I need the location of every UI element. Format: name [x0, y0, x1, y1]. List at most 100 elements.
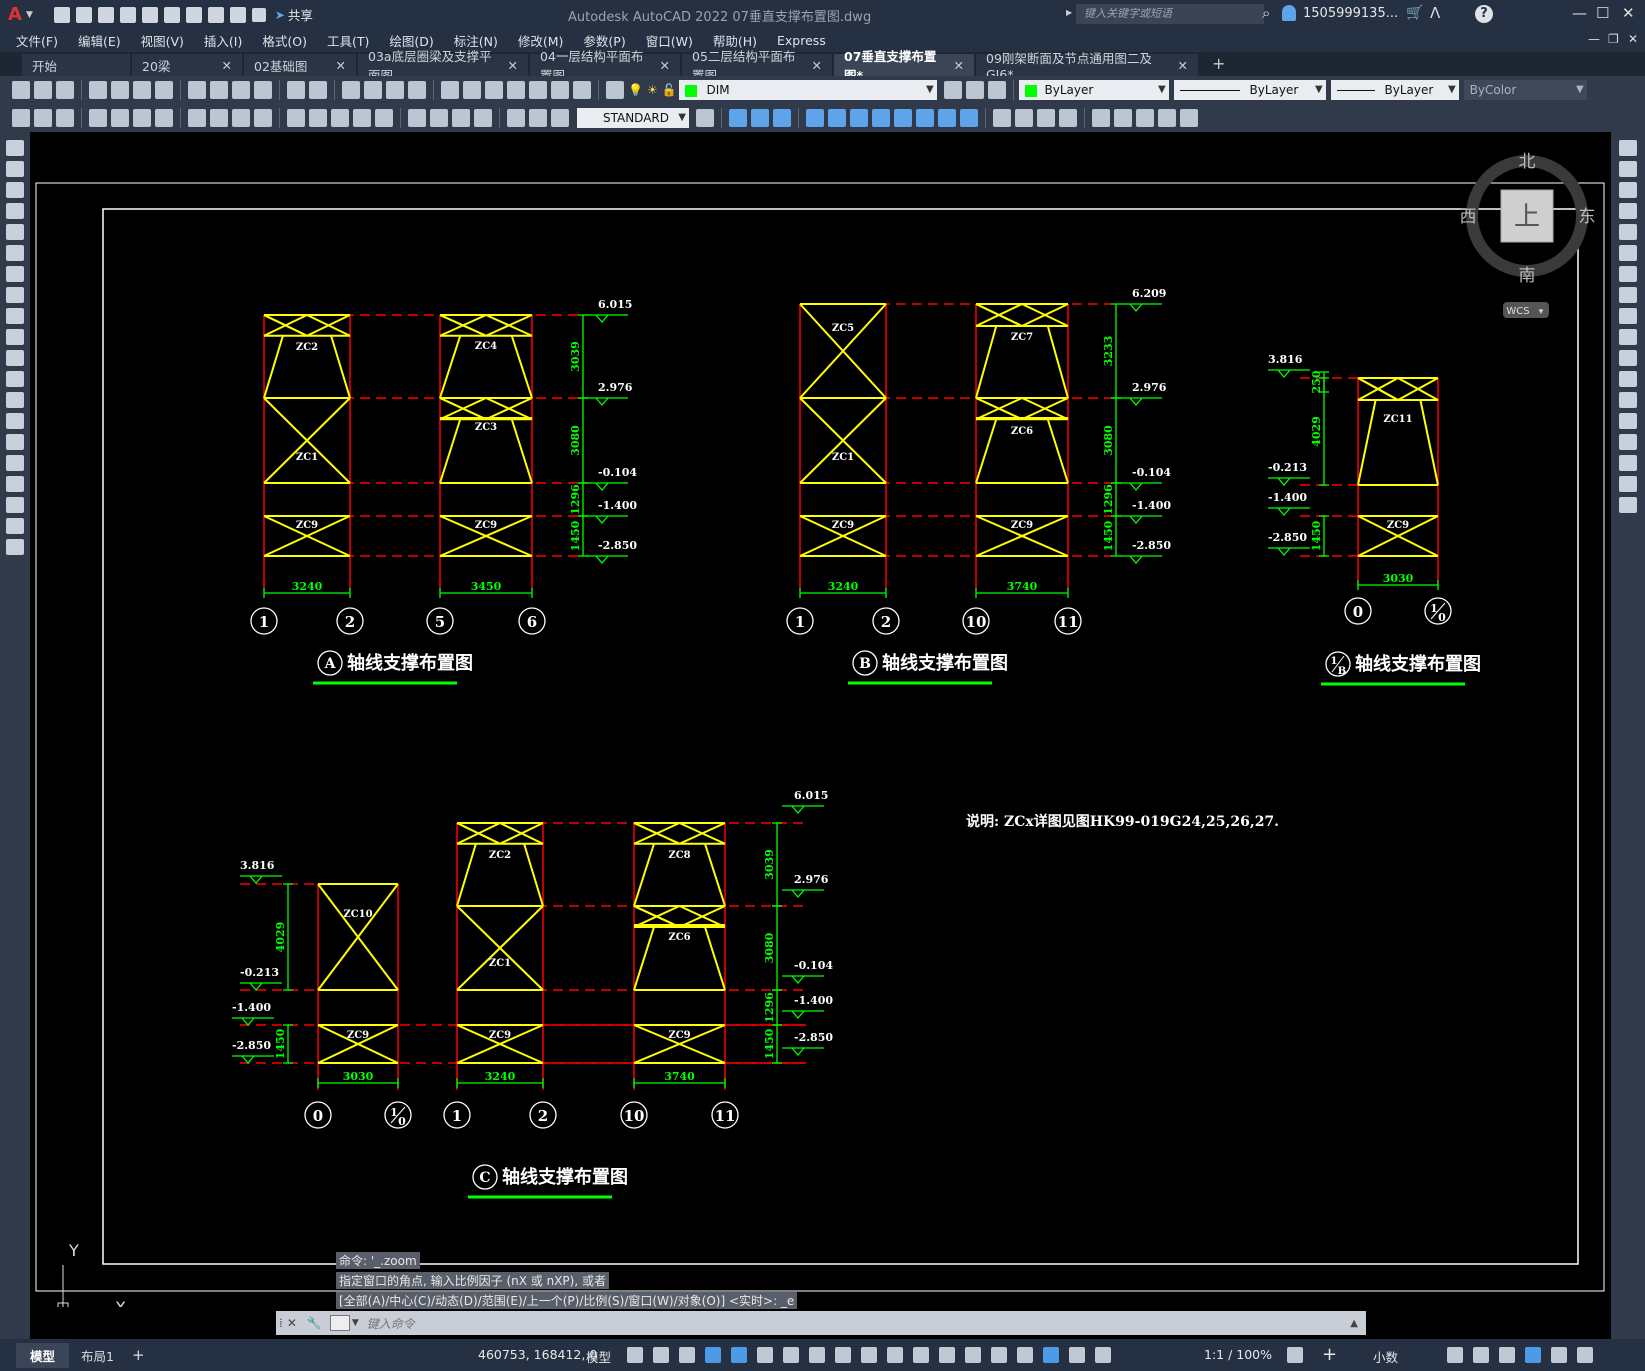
close-tab-icon[interactable]: ✕ [508, 58, 518, 73]
quick-properties-icon[interactable] [1447, 1347, 1463, 1363]
help-search-input[interactable]: 键入关键字或短语 [1076, 4, 1264, 24]
file-tab[interactable]: 04一层结构平面布置图✕ [530, 49, 680, 83]
trim-icon[interactable] [1619, 329, 1637, 345]
tb-block-icon[interactable] [993, 109, 1011, 127]
mirror-icon[interactable] [1619, 182, 1637, 198]
tb-rotate-icon[interactable] [806, 109, 824, 127]
cart-icon[interactable]: 🛒 [1406, 5, 1423, 21]
help-icon[interactable]: ? [1475, 5, 1493, 23]
tb-dim-edit-icon[interactable] [507, 109, 525, 127]
selection-filter-icon[interactable] [991, 1347, 1007, 1363]
grid-icon[interactable] [627, 1347, 643, 1363]
insert-block-icon[interactable] [6, 371, 24, 387]
tb-extend-icon[interactable] [894, 109, 912, 127]
search-expand-icon[interactable]: ▶ [1066, 8, 1072, 17]
minimize-icon[interactable]: — [1572, 4, 1587, 22]
menu-file[interactable]: 文件(F) [16, 31, 58, 50]
redo-icon[interactable] [229, 6, 246, 23]
tb-layer-previous-icon[interactable] [943, 81, 962, 99]
tb-dim-quick-icon[interactable] [287, 109, 305, 127]
file-tab[interactable]: 20梁 ✕ [132, 54, 242, 76]
osnap-icon[interactable] [835, 1347, 851, 1363]
tb-tolerance-icon[interactable] [408, 109, 426, 127]
dimstyle-dropdown[interactable]: STANDARD ▼ [577, 108, 689, 128]
open-file-icon[interactable] [75, 6, 92, 23]
share-icon[interactable]: ➤ [275, 8, 285, 22]
tb-stretch-icon[interactable] [773, 109, 791, 127]
otrack-icon[interactable] [809, 1347, 825, 1363]
close-tab-icon[interactable]: ✕ [222, 58, 232, 73]
ellipse-icon[interactable] [6, 329, 24, 345]
gradient-icon[interactable] [6, 455, 24, 471]
make-block-icon[interactable] [6, 392, 24, 408]
line-tool-icon[interactable] [6, 140, 24, 156]
tb-sheetset-icon[interactable] [507, 81, 525, 99]
tb-pan-icon[interactable] [342, 81, 360, 99]
logo-dropdown-icon[interactable]: ▼ [26, 10, 33, 20]
tb-save-icon[interactable] [56, 81, 74, 99]
tb-dim-break-icon[interactable] [375, 109, 393, 127]
menu-edit[interactable]: 编辑(E) [78, 31, 121, 50]
menu-view[interactable]: 视图(V) [141, 31, 184, 50]
array-icon[interactable] [1619, 224, 1637, 240]
tb-dim-radius-icon[interactable] [188, 109, 206, 127]
explode-icon[interactable] [1619, 497, 1637, 513]
doc-close-icon[interactable]: ✕ [1628, 32, 1638, 46]
tb-dim-linear-icon[interactable] [89, 109, 107, 127]
cmd-recent-icon[interactable] [329, 1315, 350, 1331]
extend-icon[interactable] [1619, 350, 1637, 366]
fillet-icon[interactable] [1619, 455, 1637, 471]
plus-icon[interactable]: + [1322, 1344, 1337, 1365]
tb-cut-icon[interactable] [188, 81, 206, 99]
tb-dim-ordinate-icon[interactable] [155, 109, 173, 127]
isolate-objects-icon[interactable] [1499, 1347, 1515, 1363]
polar-icon[interactable] [757, 1347, 773, 1363]
cmd-scroll-up-icon[interactable]: ▲ [1350, 1318, 1358, 1329]
tb-3dprint-icon[interactable] [155, 81, 173, 99]
coordinates-readout[interactable]: 460753, 168412, 0 [478, 1347, 597, 1362]
dynamic-ucs-icon[interactable] [965, 1347, 981, 1363]
viewcube[interactable]: 上 北 南 东 西 WCS ▾ [1460, 152, 1596, 318]
menu-insert[interactable]: 插入(I) [204, 31, 242, 50]
arc-icon[interactable] [6, 245, 24, 261]
menu-tools[interactable]: 工具(T) [327, 31, 369, 50]
tb-inspect-icon[interactable] [452, 109, 470, 127]
tb-zoom-previous-icon[interactable] [408, 81, 426, 99]
tb-calculator-icon[interactable] [551, 81, 569, 99]
close-tab-icon[interactable]: ✕ [336, 58, 346, 73]
tb-copy-icon[interactable] [210, 81, 228, 99]
command-input[interactable]: 键入命令 [367, 1315, 415, 1332]
tb-match-icon[interactable] [254, 81, 272, 99]
viewcube-east[interactable]: 东 [1579, 207, 1596, 227]
auto-scale-icon[interactable] [1069, 1347, 1085, 1363]
search-icon[interactable]: ⌕ [1262, 4, 1270, 22]
annotation-scale-value[interactable]: 1:1 / 100% [1204, 1347, 1272, 1362]
tb-dimstyle-icon[interactable] [696, 109, 714, 127]
close-tab-icon[interactable]: ✕ [954, 58, 964, 73]
tb-dim-diameter-icon[interactable] [232, 109, 250, 127]
save-icon[interactable] [97, 6, 114, 23]
undo-icon[interactable] [207, 6, 224, 23]
model-tab[interactable]: 模型 [16, 1342, 70, 1368]
tb-new-icon[interactable] [12, 81, 30, 99]
tb-layer-properties-icon[interactable] [606, 81, 624, 99]
3dosnap-icon[interactable] [939, 1347, 955, 1363]
circle-icon[interactable] [6, 266, 24, 282]
tb-layer-walk-icon[interactable] [56, 109, 74, 127]
tb-hatch-icon[interactable] [1114, 109, 1132, 127]
cmd-grip-icon[interactable]: ⁞ [279, 1316, 283, 1330]
share-button[interactable]: 共享 [288, 5, 313, 24]
save-web-icon[interactable] [163, 6, 180, 23]
model-space-button[interactable]: 模型 [586, 1347, 611, 1366]
tb-preview-icon[interactable] [111, 81, 129, 99]
tb-table-icon[interactable] [1180, 109, 1198, 127]
tb-dim-jogged-icon[interactable] [210, 109, 228, 127]
tb-make-current-icon[interactable] [987, 81, 1006, 99]
tb-layer-state-icon[interactable] [965, 81, 984, 99]
layer-lock-icon[interactable]: 🔓 [662, 83, 677, 97]
lineweight-dropdown[interactable]: ByLayer ▼ [1330, 80, 1459, 100]
break-icon[interactable] [1619, 392, 1637, 408]
cmd-customize-icon[interactable]: 🔧 [307, 1316, 322, 1330]
tb-markup-icon[interactable] [529, 81, 547, 99]
tb-dim-baseline-icon[interactable] [309, 109, 327, 127]
